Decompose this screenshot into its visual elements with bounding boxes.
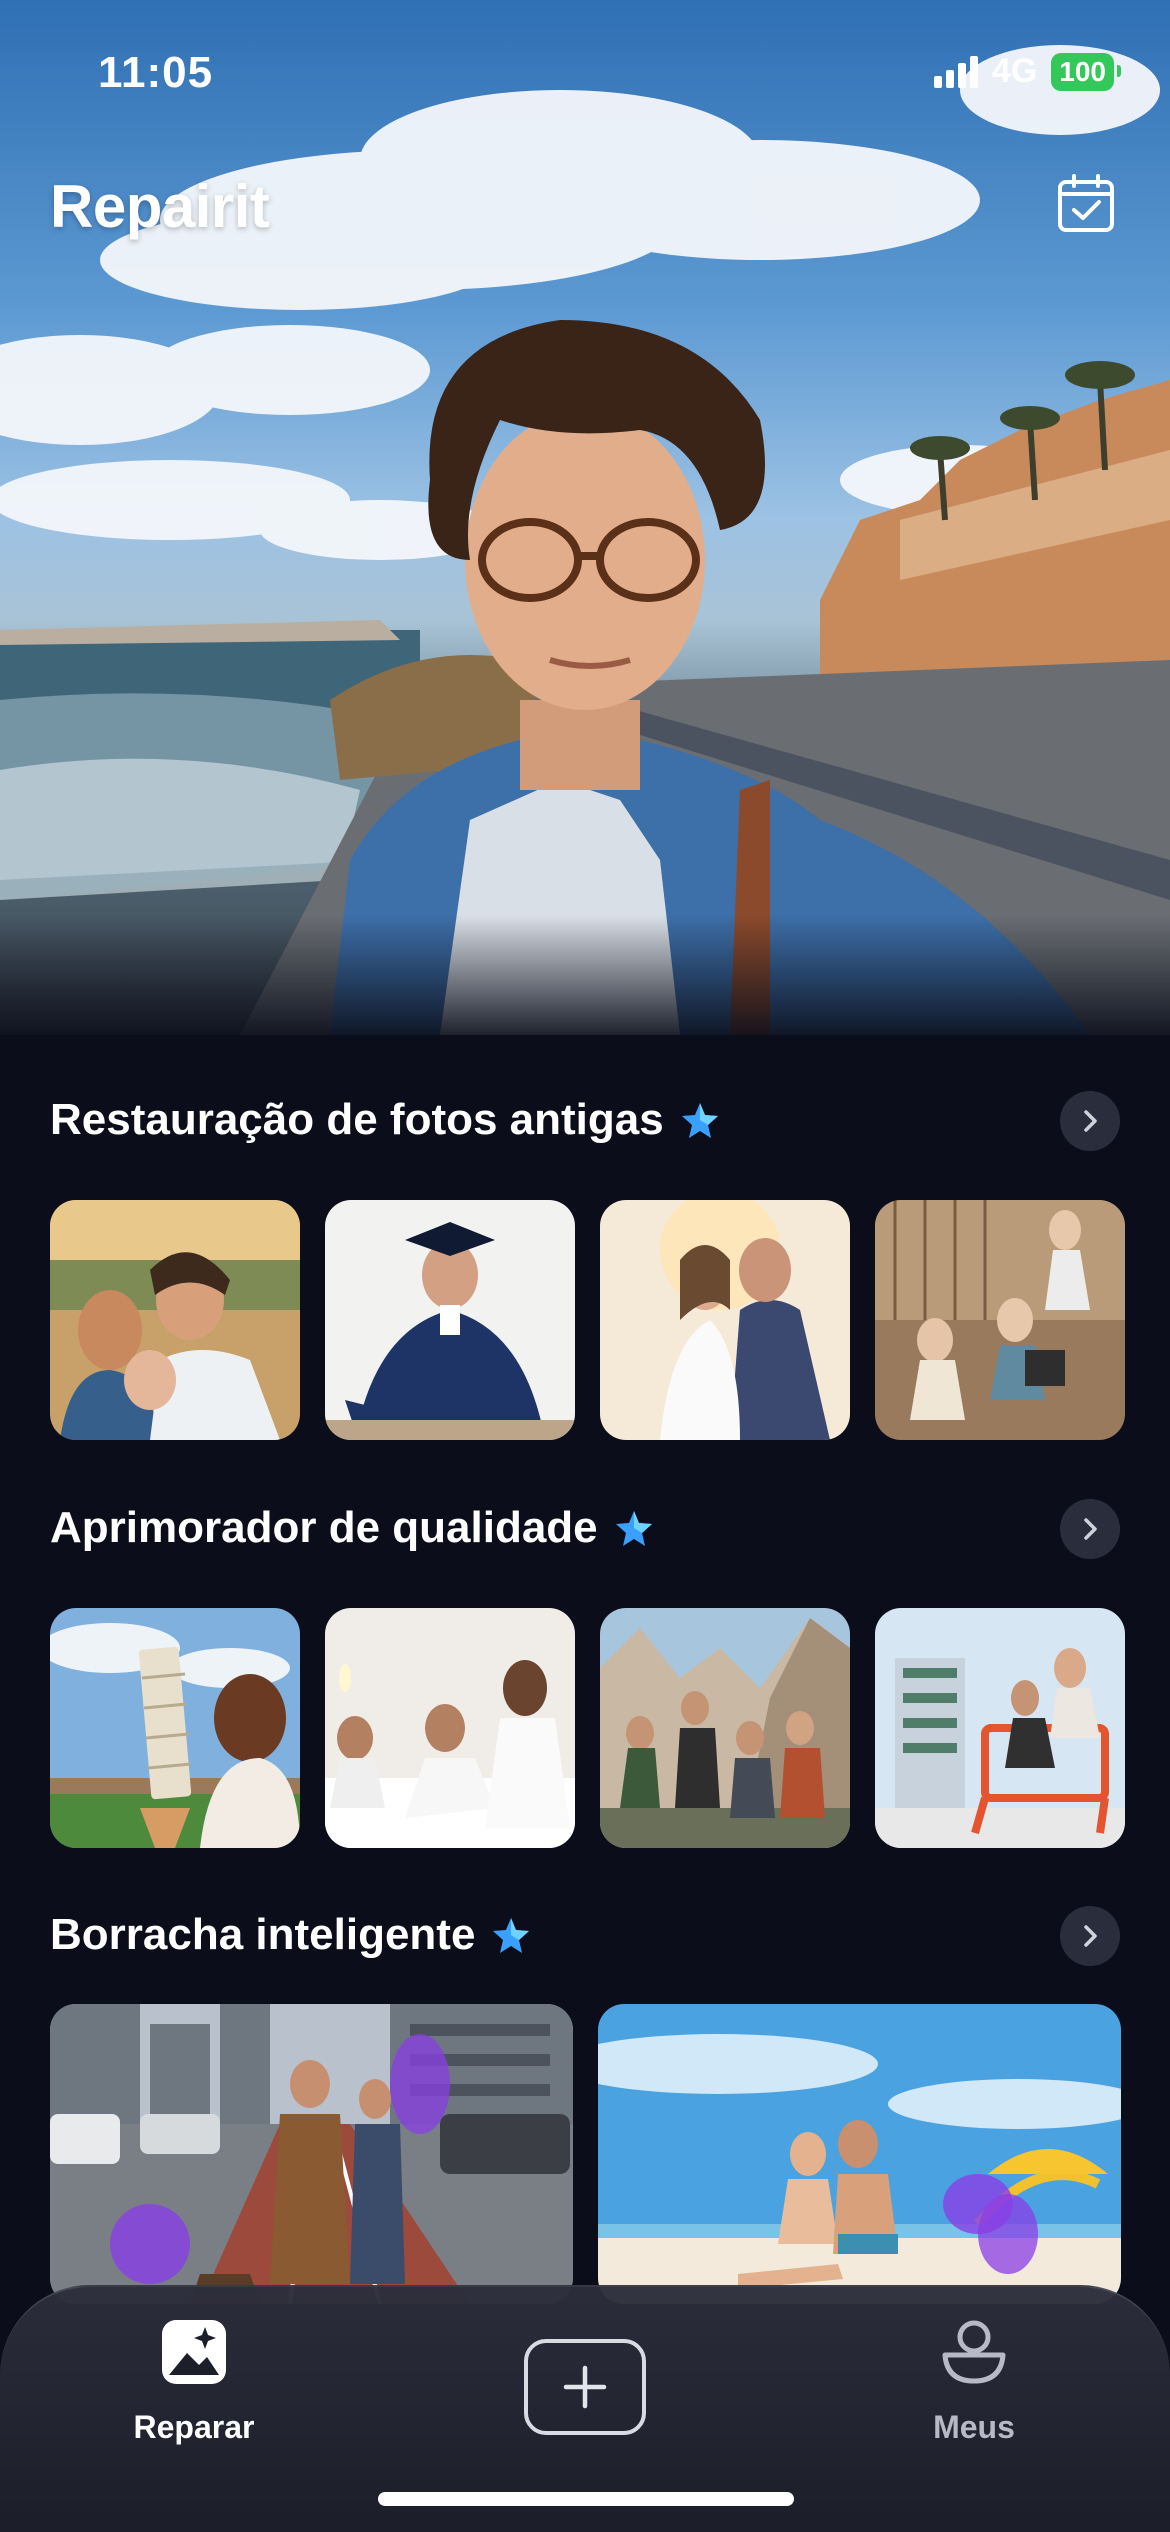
thumbnail-pisa-tower[interactable] [50, 1608, 300, 1848]
hero-image [0, 45, 1170, 1035]
status-indicators: 4G 100 [933, 52, 1121, 91]
thumbnail-family-photo[interactable] [50, 1200, 300, 1440]
hero-fade [0, 915, 1170, 1035]
thumb-row-restoration [50, 1200, 1125, 1440]
plus-icon [563, 2365, 607, 2409]
sparkle-star-icon [681, 1103, 718, 1138]
thumbnail-kids-accordion[interactable] [875, 1200, 1125, 1440]
app-title: Repairit [50, 173, 270, 240]
section-header-quality-enhancer: Aprimorador de qualidade [50, 1493, 1120, 1563]
chevron-right-icon [1084, 1110, 1097, 1132]
status-time: 11:05 [98, 48, 214, 97]
section-more-button[interactable] [1060, 1499, 1120, 1559]
nav-tab-mine[interactable]: Meus [880, 2317, 1068, 2446]
nav-label-mine: Meus [933, 2409, 1015, 2445]
section-more-button[interactable] [1060, 1091, 1120, 1151]
section-header-smart-eraser: Borracha inteligente [50, 1900, 1120, 1970]
thumb-row-enhancer [50, 1608, 1125, 1848]
section-title: Aprimorador de qualidade [50, 1503, 598, 1552]
status-bar: 11:05 4G 100 [0, 0, 1170, 140]
section-title: Borracha inteligente [50, 1910, 476, 1959]
chevron-right-icon [1084, 1925, 1097, 1947]
section-header-old-photo-restoration: Restauração de fotos antigas [50, 1085, 1120, 1155]
chevron-right-icon [1084, 1518, 1097, 1540]
sparkle-star-icon [615, 1511, 652, 1546]
hero-banner[interactable] [0, 0, 1170, 1035]
thumb-row-eraser [50, 2004, 1121, 2304]
thumbnail-family-bed[interactable] [325, 1608, 575, 1848]
thumbnail-beach-couple[interactable] [598, 2004, 1121, 2304]
network-type: 4G [991, 52, 1038, 90]
section-title: Restauração de fotos antigas [50, 1095, 664, 1144]
thumbnail-city-street[interactable] [50, 2004, 573, 2304]
section-more-button[interactable] [1060, 1906, 1120, 1966]
thumbnail-hikers[interactable] [600, 1608, 850, 1848]
thumbnail-graduation[interactable] [325, 1200, 575, 1440]
thumbnail-shopping-cart[interactable] [875, 1608, 1125, 1848]
user-icon [942, 2320, 1006, 2384]
nav-tab-repair[interactable]: Reparar [100, 2317, 288, 2446]
calendar-check-button[interactable] [1054, 172, 1118, 236]
nav-label-repair: Reparar [133, 2409, 255, 2445]
battery-icon: 100 [1051, 52, 1121, 91]
sparkle-star-icon [493, 1918, 530, 1953]
photo-magic-icon [162, 2320, 226, 2384]
signal-icon [933, 55, 978, 88]
add-button[interactable] [524, 2339, 646, 2435]
thumbnail-wedding[interactable] [600, 1200, 850, 1440]
calendar-check-icon [1058, 174, 1114, 232]
home-indicator [378, 2492, 794, 2506]
